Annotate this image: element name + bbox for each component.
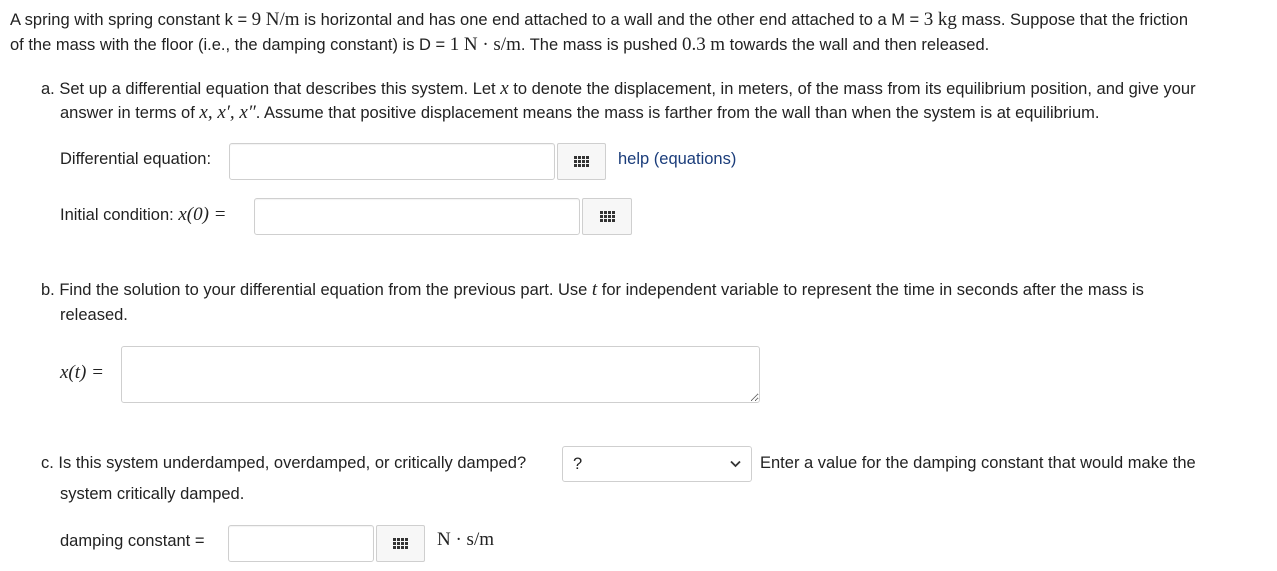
push-distance-unit: m: [710, 34, 726, 55]
intro-text: mass. Suppose that the friction: [956, 11, 1188, 29]
damping-type-select[interactable]: ?: [562, 446, 752, 482]
spring-constant-unit: N/m: [265, 9, 300, 30]
damping-value: 1: [449, 34, 460, 55]
part-a-line-1: a. Set up a differential equation that d…: [41, 77, 1196, 101]
mass-value: 3: [923, 9, 934, 30]
push-distance-value: 0.3: [681, 34, 706, 55]
part-a-text: . Assume that positive displacement mean…: [255, 104, 1100, 122]
damping-constant-label: damping constant =: [60, 532, 205, 550]
part-b-line-2: released.: [60, 306, 128, 324]
variables-list: x, x′, x″: [199, 102, 256, 123]
equation-editor-button[interactable]: [376, 525, 425, 562]
initial-condition-math: x(0) =: [178, 204, 227, 225]
spring-constant-value: 9: [251, 9, 262, 30]
part-a-text: to denote the displacement, in meters, o…: [508, 80, 1196, 98]
help-equations-link[interactable]: help (equations): [618, 150, 736, 169]
equation-editor-button[interactable]: [557, 143, 606, 180]
part-a-text: a. Set up a differential equation that d…: [41, 80, 501, 98]
intro-text: of the mass with the floor (i.e., the da…: [10, 36, 450, 54]
initial-condition-text: Initial condition:: [60, 206, 179, 224]
differential-equation-label: Differential equation:: [60, 150, 212, 168]
part-b-line-1: b. Find the solution to your differentia…: [41, 278, 1144, 302]
intro-text: A spring with spring constant k =: [10, 11, 252, 29]
intro-line-2: of the mass with the floor (i.e., the da…: [10, 33, 989, 57]
variable-x: x: [500, 78, 509, 99]
part-c-question: c. Is this system underdamped, overdampe…: [41, 454, 527, 472]
initial-condition-label: Initial condition: x(0) =: [60, 204, 227, 226]
solution-textarea[interactable]: [121, 346, 760, 403]
intro-text: . The mass is pushed: [520, 36, 682, 54]
grid-icon: [599, 211, 615, 222]
damping-constant-unit: N · s/m: [437, 529, 494, 550]
equation-editor-button[interactable]: [582, 198, 632, 235]
part-c-line-2: system critically damped.: [60, 485, 245, 503]
damping-constant-input[interactable]: [228, 525, 374, 562]
grid-icon: [393, 538, 408, 549]
intro-text: towards the wall and then released.: [725, 36, 990, 54]
part-a-text: answer in terms of: [60, 104, 200, 122]
part-b-text: b. Find the solution to your differentia…: [41, 281, 592, 299]
mass-unit: kg: [937, 9, 957, 30]
solution-label: x(t) =: [60, 362, 104, 384]
part-b-text: for independent variable to represent th…: [597, 281, 1144, 299]
intro-text: is horizontal and has one end attached t…: [299, 11, 924, 29]
initial-condition-input[interactable]: [254, 198, 580, 235]
solution-math: x(t) =: [60, 362, 104, 383]
chevron-down-icon: [730, 460, 741, 468]
part-c-instruction: Enter a value for the damping constant t…: [760, 454, 1196, 472]
part-a-line-2: answer in terms of x, x′, x″. Assume tha…: [60, 101, 1099, 125]
damping-unit: N · s/m: [463, 34, 521, 55]
grid-icon: [574, 156, 589, 167]
damping-type-selected: ?: [573, 454, 583, 473]
differential-equation-input[interactable]: [229, 143, 555, 180]
intro-line-1: A spring with spring constant k = 9 N/m …: [10, 8, 1188, 32]
